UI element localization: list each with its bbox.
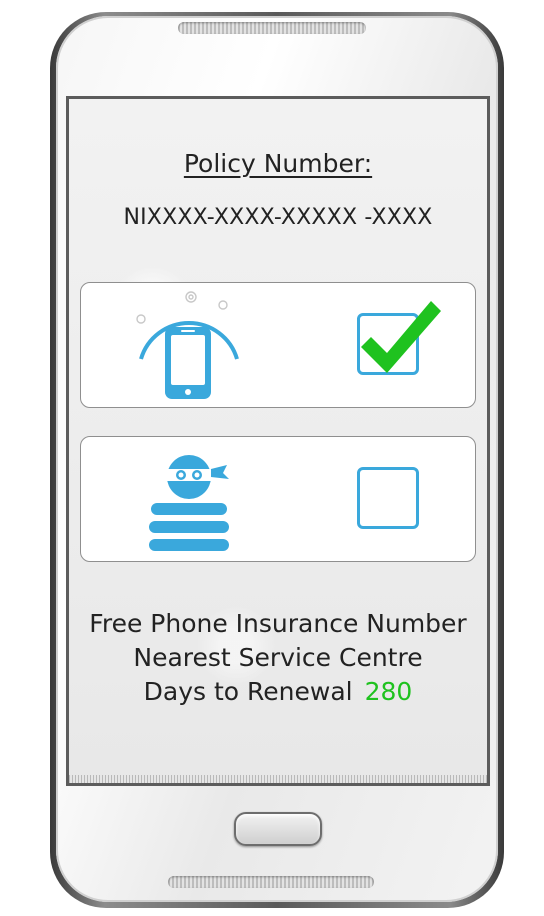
- renewal-label: Days to Renewal: [143, 677, 353, 706]
- bottom-speaker-grille: [168, 876, 374, 888]
- phone-protection-card[interactable]: [80, 282, 476, 408]
- service-centre-link[interactable]: Nearest Service Centre: [69, 641, 487, 675]
- home-button[interactable]: [234, 812, 322, 846]
- theft-protection-checkbox[interactable]: [357, 467, 419, 529]
- device-mockup: Policy Number: NIXXXX-XXXX-XXXXX -XXXX F…: [0, 0, 544, 916]
- screen-bottom-strip: [69, 775, 487, 783]
- top-speaker-grille: [178, 22, 366, 34]
- renewal-days-value: 280: [364, 677, 413, 706]
- thief-icon: [149, 455, 229, 551]
- theft-protection-card[interactable]: [80, 436, 476, 562]
- phone-screen: Policy Number: NIXXXX-XXXX-XXXXX -XXXX F…: [66, 96, 490, 786]
- insurance-number-link[interactable]: Free Phone Insurance Number: [69, 607, 487, 641]
- phone-protection-icon: [136, 291, 239, 399]
- renewal-row: Days to Renewal 280: [69, 675, 487, 709]
- check-icon: [361, 301, 441, 373]
- policy-title: Policy Number:: [183, 149, 373, 178]
- policy-number: NIXXXX-XXXX-XXXXX -XXXX: [123, 205, 433, 230]
